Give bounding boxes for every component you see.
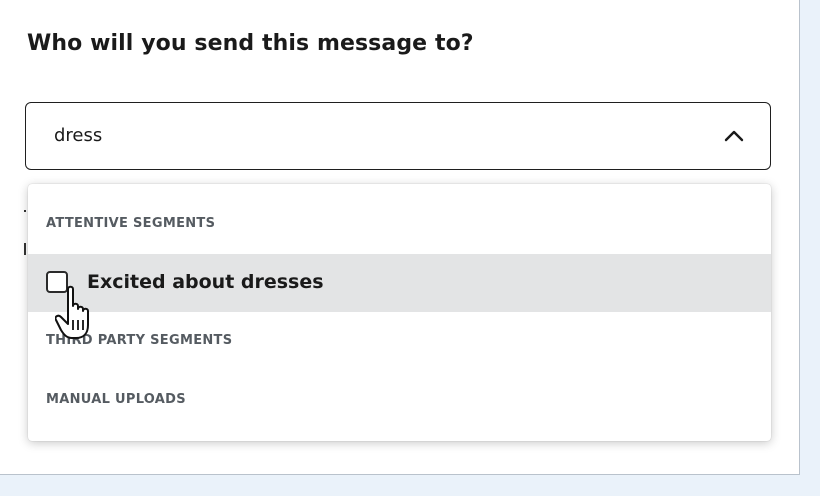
background-text-fragment (24, 243, 26, 255)
checkbox-unchecked-icon[interactable] (46, 271, 68, 293)
segment-search-select[interactable] (25, 102, 771, 170)
group-header-attentive-segments: ATTENTIVE SEGMENTS (46, 216, 216, 231)
chevron-up-icon[interactable] (723, 125, 745, 147)
segment-option[interactable]: Excited about dresses (28, 254, 771, 312)
page-title: Who will you send this message to? (27, 31, 474, 56)
recipient-card: Who will you send this message to? ATTEN… (0, 0, 800, 475)
group-header-third-party-segments: THIRD PARTY SEGMENTS (46, 333, 233, 348)
background-text-fragment (24, 210, 26, 212)
segment-option-label: Excited about dresses (87, 271, 324, 293)
group-header-manual-uploads: MANUAL UPLOADS (46, 392, 186, 407)
segment-search-input[interactable] (54, 125, 654, 146)
segment-dropdown-menu: ATTENTIVE SEGMENTS Excited about dresses… (28, 184, 771, 441)
